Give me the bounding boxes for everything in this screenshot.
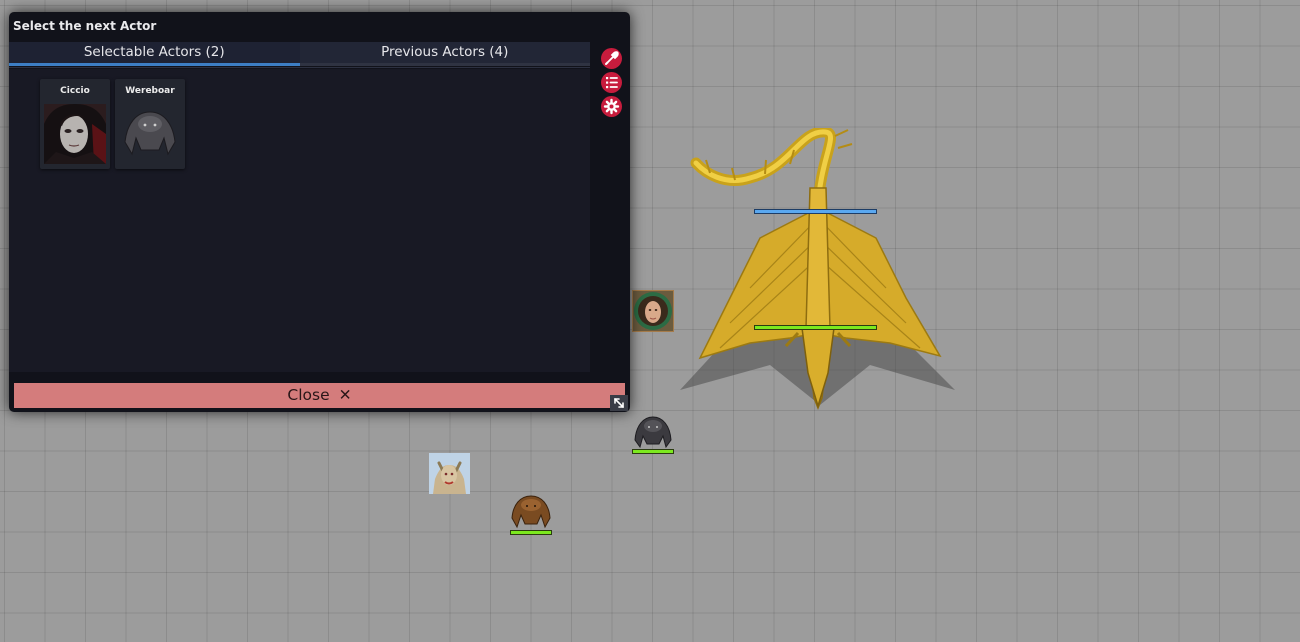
brown-beast-token[interactable] (509, 493, 553, 531)
tab-previous-actors[interactable]: Previous Actors (4) (299, 42, 590, 66)
gear-icon[interactable] (601, 96, 622, 117)
wereboar-token[interactable] (633, 414, 673, 450)
actor-list: Ciccio Wereboar (9, 69, 590, 372)
actor-card-ciccio[interactable]: Ciccio (40, 79, 110, 169)
pale-vampire-portrait (44, 104, 106, 164)
dragon-secondary-bar (754, 209, 877, 214)
resize-arrows-icon[interactable] (610, 395, 628, 411)
x-icon: ✕ (338, 386, 352, 404)
wereboar-hp-bar (632, 449, 674, 454)
tab-bar: Selectable Actors (2) Previous Actors (4… (9, 42, 590, 66)
elf-woman-token[interactable] (632, 290, 674, 332)
actor-card-name: Wereboar (125, 86, 175, 96)
eyedropper-icon[interactable] (601, 48, 622, 69)
close-label: Close (287, 386, 330, 404)
actor-card-wereboar[interactable]: Wereboar (115, 79, 185, 169)
brown-beast-hp-bar (510, 530, 552, 535)
actor-card-name: Ciccio (60, 86, 90, 96)
close-button[interactable]: Close ✕ (14, 383, 625, 408)
dialog-title: Select the next Actor (13, 19, 157, 33)
tab-selectable-actors[interactable]: Selectable Actors (2) (9, 42, 300, 66)
gold-dragon-token[interactable] (690, 128, 952, 410)
numbered-list-icon[interactable] (601, 72, 622, 93)
select-actor-dialog: Select the next Actor Selectable Actors … (9, 12, 630, 412)
tab-divider (9, 67, 590, 68)
horned-warrior-token[interactable] (429, 453, 470, 494)
wereboar-token (119, 104, 181, 164)
dragon-hp-bar (754, 325, 877, 330)
